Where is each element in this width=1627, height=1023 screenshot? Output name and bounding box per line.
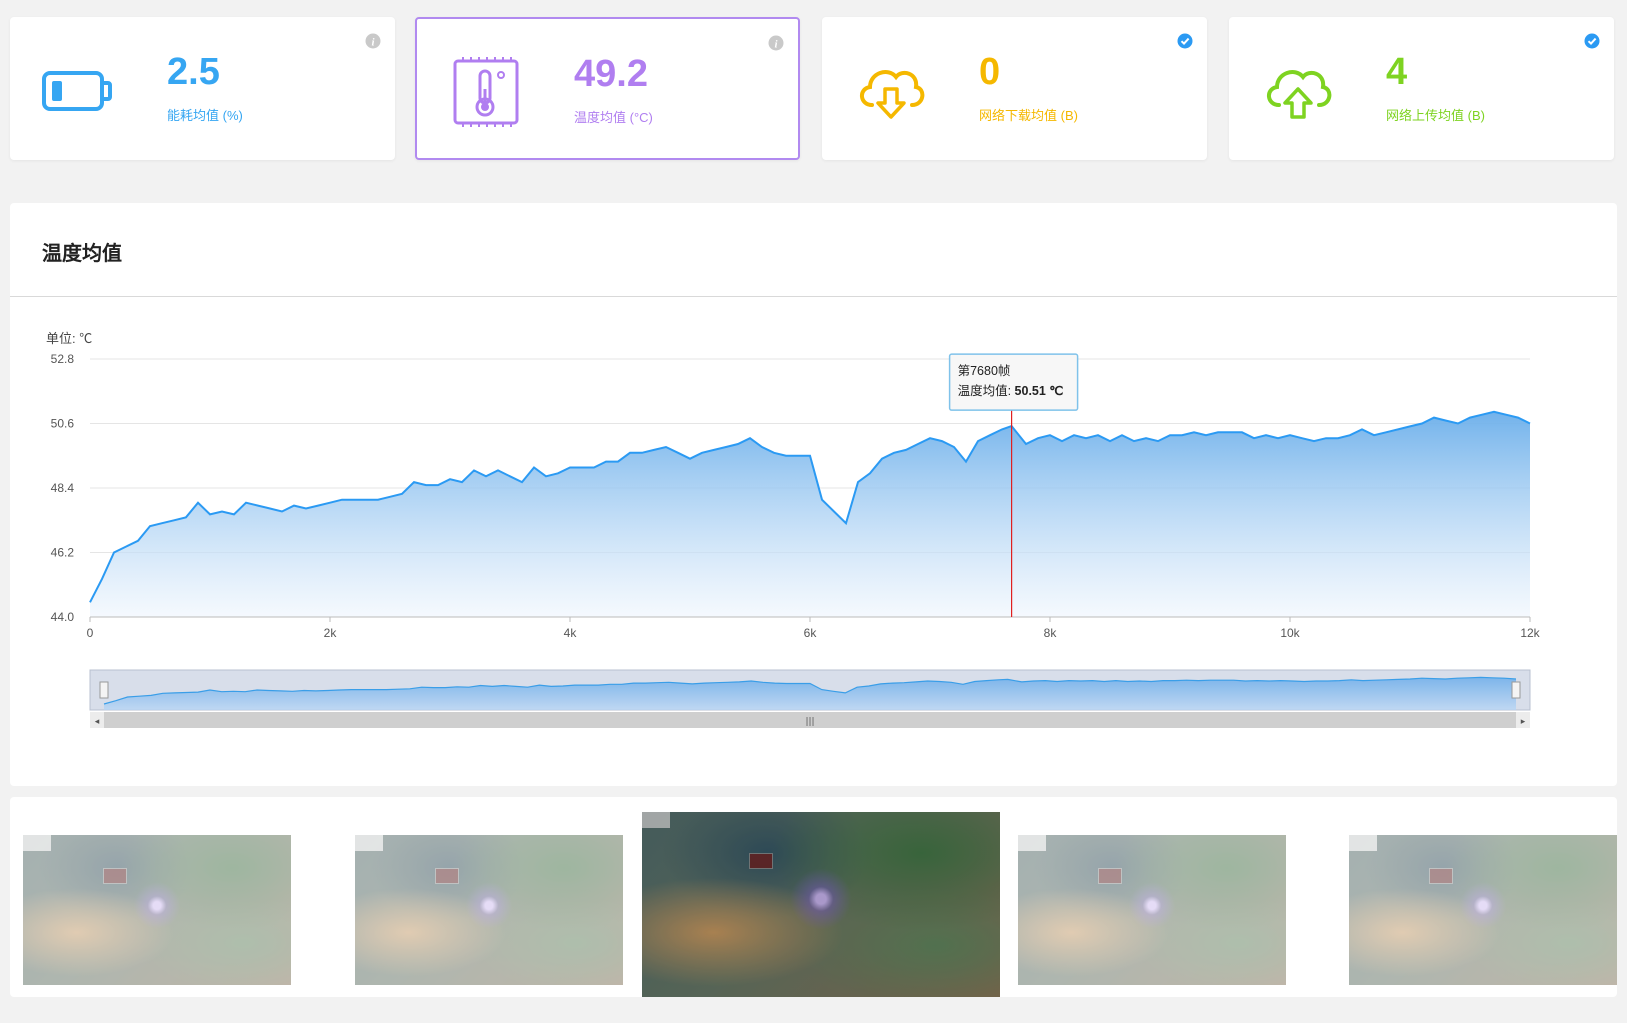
stat-card-download[interactable]: 0 网络下载均值 (B) [822,17,1207,160]
download-label: 网络下载均值 (B) [979,108,1078,123]
x-tick-label: 10k [1280,626,1300,640]
thumbnail-hud-button [1429,868,1454,884]
stat-card-temperature[interactable]: 49.2 温度均值 (°C) i [415,17,800,160]
cloud-download-icon [860,70,925,119]
chevron-right-icon: ▸ [1521,717,1526,727]
thumbnail-hud-button [103,868,128,884]
frame-thumbnail[interactable] [1349,835,1617,985]
zoom-handle-left[interactable] [99,681,109,699]
frame-thumbnail[interactable] [355,835,623,985]
chevron-left-icon: ◂ [95,717,100,727]
download-value: 0 [979,51,1001,93]
battery-icon [42,71,112,111]
x-tick-label: 6k [804,626,818,640]
tooltip-value: 50.51 ℃ [1015,384,1064,398]
check-circle-icon[interactable] [1584,33,1600,49]
check-circle-icon[interactable] [1177,33,1193,49]
y-tick-label: 48.4 [51,481,75,495]
info-icon[interactable]: i [768,35,784,51]
temperature-chart-panel: 温度均值 单位: ℃ 44.0 46.2 48.4 50.6 52.8 0 2k 4k 6k 8… [10,203,1617,786]
frame-thumbnail[interactable] [23,835,291,985]
y-tick-label: 44.0 [51,610,75,624]
x-tick-label: 12k [1520,626,1540,640]
temperature-label: 温度均值 (°C) [574,110,653,125]
y-axis-unit-label: 单位: ℃ [46,331,92,346]
temperature-area [90,411,1530,617]
thumbnail-hud-button [749,852,774,869]
divider [10,296,1617,297]
y-tick-label: 52.8 [51,352,75,366]
thumbnail-hud-overlay [355,835,383,851]
y-tick-label: 46.2 [51,546,75,560]
thumbnail-hud-overlay [642,812,670,828]
temperature-value: 49.2 [574,53,648,95]
thermometer-chip-icon [453,57,519,127]
chart-tooltip: 第7680帧 温度均值: 50.51 ℃ [948,353,1079,411]
tooltip-frame-label: 第7680帧 [958,364,1011,378]
y-tick-label: 50.6 [51,417,75,431]
energy-label: 能耗均值 (%) [167,108,243,123]
thumbnail-hud-overlay [1018,835,1046,851]
thumbnail-hud-button [435,868,460,884]
zoom-handle-right[interactable] [1511,681,1521,699]
chart-panel-title: 温度均值 [42,243,122,265]
upload-label: 网络上传均值 (B) [1386,108,1485,123]
frame-thumbnail-strip [10,797,1617,997]
upload-value: 4 [1386,51,1408,93]
tooltip-box [948,353,1079,411]
stat-card-energy[interactable]: 2.5 能耗均值 (%) i [10,17,395,160]
energy-value: 2.5 [167,51,220,93]
stat-card-upload[interactable]: 4 网络上传均值 (B) [1229,17,1614,160]
frame-thumbnail-selected[interactable] [642,812,1000,997]
grip-icon: ||| [805,717,814,727]
data-zoom-slider[interactable]: ◂ ▸ ||| [89,669,1531,728]
thumbnail-hud-overlay [1349,835,1377,851]
frame-thumbnail[interactable] [1018,835,1286,985]
cloud-upload-icon [1267,70,1332,119]
x-tick-label: 2k [324,626,338,640]
x-tick-label: 0 [87,626,94,640]
temperature-area-chart[interactable]: 单位: ℃ 44.0 46.2 48.4 50.6 52.8 0 2k 4k 6k 8k 10k 1… [10,303,1617,763]
x-tick-label: 8k [1044,626,1058,640]
thumbnail-hud-overlay [23,835,51,851]
info-icon[interactable]: i [365,33,381,49]
thumbnail-hud-button [1098,868,1123,884]
tooltip-value-label: 温度均值: 50.51 ℃ [958,383,1064,398]
x-tick-label: 4k [564,626,578,640]
